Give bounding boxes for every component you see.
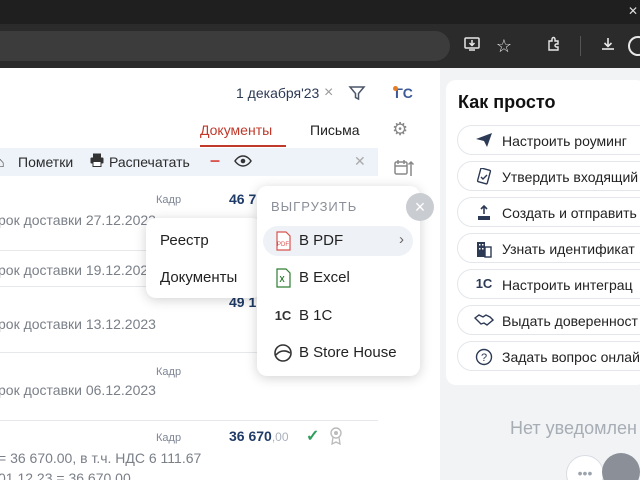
action-roaming[interactable]: Настроить роуминг bbox=[457, 125, 640, 155]
row-description-2: 01.12.23 = 36 670.00 bbox=[0, 470, 131, 480]
action-label: Выдать доверенност bbox=[502, 313, 638, 329]
1c-icon: 1С bbox=[274, 308, 292, 323]
row-description: рок доставки 19.12.2023 bbox=[0, 262, 156, 278]
store-house-icon bbox=[273, 343, 293, 363]
chat-bubble-icon: ••• bbox=[566, 455, 604, 480]
row-description: рок доставки 13.12.2023 bbox=[0, 316, 156, 332]
tab-documents[interactable]: Документы bbox=[200, 122, 272, 138]
action-integration[interactable]: 1С Настроить интеграц bbox=[457, 269, 640, 299]
action-ask-question[interactable]: ? Задать вопрос онлай bbox=[457, 341, 640, 371]
action-find-id[interactable]: Узнать идентификат bbox=[457, 233, 640, 263]
table-row[interactable]: Кадр 36 670,00 ✓ = 36 670.00, в т.ч. НДС… bbox=[0, 420, 378, 480]
export-store-house-item[interactable]: В Store House bbox=[263, 338, 413, 368]
question-icon: ? bbox=[474, 348, 494, 366]
filter-icon[interactable] bbox=[348, 84, 366, 107]
chevron-right-icon: › bbox=[399, 231, 404, 248]
export-1c-label: В 1С bbox=[299, 307, 333, 324]
action-power-of-attorney[interactable]: Выдать доверенност bbox=[457, 305, 640, 335]
user-status-dot bbox=[393, 86, 398, 91]
how-to-title: Как просто bbox=[458, 92, 556, 112]
row-description: рок доставки 27.12.2023 bbox=[0, 212, 156, 228]
row-amount: 36 670,00 bbox=[229, 428, 289, 444]
downloads-icon[interactable] bbox=[598, 36, 618, 56]
row-amount: 46 7 bbox=[229, 191, 257, 207]
row-amount-main: 36 670 bbox=[229, 428, 272, 444]
sort-calendar-icon[interactable] bbox=[393, 158, 415, 185]
window-close-icon[interactable]: ✕ bbox=[628, 4, 638, 18]
export-pdf-label: В PDF bbox=[299, 232, 344, 249]
action-label: Узнать идентификат bbox=[502, 241, 635, 257]
row-type-label: Кадр bbox=[156, 194, 182, 206]
1c-icon: 1С bbox=[475, 276, 493, 291]
support-chat-avatars[interactable]: ••• bbox=[566, 453, 640, 480]
toolbar-close-icon[interactable]: ✕ bbox=[354, 153, 366, 170]
action-label: Настроить интеграц bbox=[502, 277, 633, 293]
toolbar-divider bbox=[580, 36, 581, 56]
export-excel-label: В Excel bbox=[299, 269, 350, 286]
browser-title-bar: ✕ bbox=[0, 0, 640, 24]
svg-text:X: X bbox=[279, 275, 285, 284]
action-approve-incoming[interactable]: Утвердить входящий bbox=[457, 161, 640, 191]
notifications-empty-text: Нет уведомлен bbox=[510, 418, 637, 438]
signed-check-icon: ✓ bbox=[306, 428, 320, 445]
building-icon bbox=[474, 240, 494, 258]
export-menu-close-button[interactable]: × bbox=[406, 193, 434, 221]
pdf-icon: PDF bbox=[273, 231, 293, 251]
export-menu-header: ВЫГРУЗИТЬ bbox=[271, 199, 358, 214]
date-clear-icon[interactable]: × bbox=[324, 84, 333, 102]
document-check-icon bbox=[474, 167, 494, 186]
menu-item-registry[interactable]: Реестр bbox=[160, 232, 209, 249]
action-create-send[interactable]: Создать и отправить bbox=[457, 197, 640, 227]
excel-icon: X bbox=[273, 268, 293, 288]
handshake-icon bbox=[473, 312, 495, 330]
action-label: Утвердить входящий bbox=[502, 169, 639, 185]
extensions-icon[interactable] bbox=[544, 36, 564, 56]
eye-icon[interactable] bbox=[234, 154, 252, 173]
deselect-button[interactable]: – bbox=[210, 150, 220, 171]
row-type-label: Кадр bbox=[156, 366, 182, 378]
action-label: Создать и отправить bbox=[502, 205, 637, 221]
address-bar[interactable] bbox=[0, 31, 450, 61]
bookmark-star-icon[interactable]: ☆ bbox=[494, 36, 514, 56]
date-filter[interactable]: 1 декабря'23 bbox=[236, 85, 319, 101]
row-description: = 36 670.00, в т.ч. НДС 6 111.67 bbox=[0, 450, 202, 466]
row-amount-cents: ,00 bbox=[271, 430, 289, 444]
active-tab-underline bbox=[200, 145, 286, 147]
export-1c-item[interactable]: 1С В 1С bbox=[263, 301, 413, 331]
printer-icon bbox=[89, 152, 105, 173]
row-type-label: Кадр bbox=[156, 432, 182, 444]
settings-gear-icon[interactable]: ⚙ bbox=[392, 119, 408, 140]
action-label: Настроить роуминг bbox=[502, 133, 627, 149]
tag-icon: ⌂ bbox=[0, 154, 5, 170]
paper-plane-icon bbox=[474, 132, 494, 150]
export-menu: ВЫГРУЗИТЬ PDF В PDF › X В Excel 1С В 1С … bbox=[257, 186, 420, 376]
svg-text:PDF: PDF bbox=[277, 242, 289, 248]
action-label: Задать вопрос онлай bbox=[502, 349, 640, 365]
tab-letters[interactable]: Письма bbox=[310, 122, 360, 138]
registry-menu: Реестр Документы bbox=[146, 218, 262, 298]
svg-text:?: ? bbox=[481, 352, 487, 364]
export-store-house-label: В Store House bbox=[299, 344, 397, 361]
export-excel-item[interactable]: X В Excel bbox=[263, 263, 413, 293]
avatar bbox=[602, 453, 640, 480]
award-badge-icon bbox=[329, 427, 343, 450]
upload-icon bbox=[474, 204, 494, 222]
row-description: рок доставки 06.12.2023 bbox=[0, 382, 156, 398]
marks-button[interactable]: Пометки bbox=[18, 154, 73, 170]
print-button[interactable]: Распечатать bbox=[109, 154, 190, 170]
export-pdf-item[interactable]: PDF В PDF › bbox=[263, 226, 413, 256]
install-app-icon[interactable] bbox=[462, 36, 482, 56]
menu-item-documents[interactable]: Документы bbox=[160, 269, 237, 286]
